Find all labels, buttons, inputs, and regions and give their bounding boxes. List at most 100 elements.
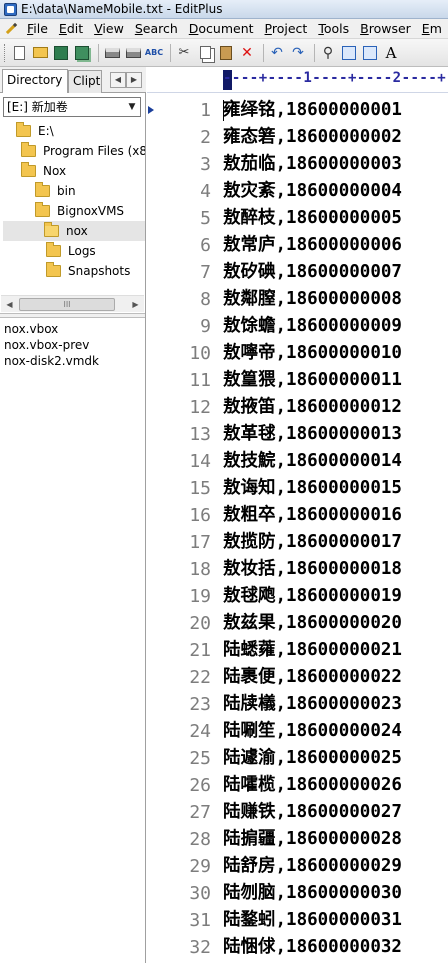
text-editor[interactable]: ----+----1----+----2----+ 1 2 3 4 5 6 7 8 9 10 11 1… [147,67,448,963]
text-line[interactable]: 敖茄临,18600000003 [223,151,402,178]
scroll-right-icon[interactable]: ▶ [128,297,143,312]
tab-directory[interactable]: Directory [2,69,68,93]
text-line[interactable]: 敖妆括,18600000018 [223,556,402,583]
text-line[interactable]: 敖技鯇,18600000014 [223,448,402,475]
file-list-item[interactable]: nox-disk2.vmdk [4,353,99,369]
toolbar-grip[interactable] [4,43,7,62]
text-line[interactable]: 陆鍪蚓,18600000031 [223,907,402,934]
text-line[interactable]: 陆赚铁,18600000027 [223,799,402,826]
line-number: 9 [200,316,211,337]
tree-item[interactable]: nox [3,221,145,241]
menu-emmet[interactable]: Em [417,19,448,38]
text-line[interactable]: 敖嚀帝,18600000010 [223,340,402,367]
spell-check-button[interactable]: ABC [145,44,163,62]
tree-item[interactable]: BignoxVMS [0,201,124,221]
text-line[interactable]: 陆唰笙,18600000024 [223,718,402,745]
cut-button[interactable]: ✂ [175,44,193,62]
text-line[interactable]: 陆舒房,18600000029 [223,853,402,880]
text-line[interactable]: 敖掖笛,18600000012 [223,394,402,421]
menu-project[interactable]: Project [260,19,314,38]
window-title: E:\data\NameMobile.txt - EditPlus [21,2,223,16]
scroll-thumb[interactable]: III [19,298,115,311]
text-line[interactable]: 陆裹便,18600000022 [223,664,402,691]
tree-item-label: Logs [68,244,96,258]
tree-item[interactable]: E:\ [0,121,54,141]
tree-item[interactable]: Logs [0,241,96,261]
menu-edit[interactable]: Edit [54,19,89,38]
menu-document[interactable]: Document [184,19,260,38]
delete-button[interactable]: ✕ [238,44,256,62]
column-ruler: ----+----1----+----2----+ [147,67,448,93]
tree-item[interactable]: Program Files (x86) [0,141,145,161]
text-line[interactable]: 敖馀蟾,18600000009 [223,313,402,340]
line-number: 14 [189,451,211,472]
text-line[interactable]: 敖矽碘,18600000007 [223,259,402,286]
print-button[interactable] [124,44,142,62]
chevron-down-icon[interactable]: ▼ [124,98,140,116]
tree-item[interactable]: Snapshots [0,261,130,281]
line-number: 28 [189,829,211,850]
tree-item-label: nox [66,224,88,238]
file-list-item[interactable]: nox.vbox-prev [4,337,89,353]
text-line[interactable]: 敖毬飑,18600000019 [223,583,402,610]
text-line[interactable]: 敖常庐,18600000006 [223,232,402,259]
paste-button[interactable] [217,44,235,62]
text-line[interactable]: 陆遽渝,18600000025 [223,745,402,772]
text-line[interactable]: 陆蟋蕹,18600000021 [223,637,402,664]
menu-tools[interactable]: Tools [313,19,355,38]
menu-browser[interactable]: Browser [355,19,417,38]
line-number: 17 [189,532,211,553]
undo-button[interactable]: ↶ [268,44,286,62]
text-line[interactable]: 陆悃俅,18600000032 [223,934,402,961]
text-line[interactable]: 敖灾紊,18600000004 [223,178,402,205]
file-list-item[interactable]: nox.vbox [4,321,58,337]
text-line[interactable]: 雍绎铭,18600000001 [223,97,402,124]
line-number: 21 [189,640,211,661]
line-number: 7 [200,262,211,283]
print-preview-button[interactable] [103,44,121,62]
redo-icon: ↷ [292,44,304,61]
text-line[interactable]: 陆嚯榄,18600000026 [223,772,402,799]
goto-button[interactable] [361,44,379,62]
text-line[interactable]: 敖醉枝,18600000005 [223,205,402,232]
tab-cliptext[interactable]: Clipt [68,70,102,93]
menu-search[interactable]: Search [130,19,184,38]
replace-button[interactable] [340,44,358,62]
folder-icon [46,262,61,277]
panel-tabs: Directory Clipt ◀ ▶ [0,67,146,93]
text-line[interactable]: 敖鄰膣,18600000008 [223,286,402,313]
text-line[interactable]: 陆刎脑,18600000030 [223,880,402,907]
tab-prev-icon[interactable]: ◀ [110,72,126,88]
text-line[interactable]: 敖兹果,18600000020 [223,610,402,637]
menu-view[interactable]: View [89,19,130,38]
text-line[interactable]: 陆掮疆,18600000028 [223,826,402,853]
text-line[interactable]: 陆牍檥,18600000023 [223,691,402,718]
redo-button[interactable]: ↷ [289,44,307,62]
new-file-button[interactable] [10,44,28,62]
copy-button[interactable] [196,44,214,62]
menu-file[interactable]: File [22,19,54,38]
tree-item[interactable]: Nox [0,161,66,181]
font-button[interactable]: A [382,44,400,62]
text-line[interactable]: 敖粗卒,18600000016 [223,502,402,529]
folder-icon [35,202,50,217]
save-button[interactable] [52,44,70,62]
tree-horizontal-scrollbar[interactable]: ◀ III ▶ [1,295,144,312]
line-number: 16 [189,505,211,526]
line-number: 18 [189,559,211,580]
tree-item[interactable]: bin [0,181,76,201]
text-line[interactable]: 敖揽防,18600000017 [223,529,402,556]
tab-next-icon[interactable]: ▶ [126,72,142,88]
open-file-button[interactable] [31,44,49,62]
scroll-left-icon[interactable]: ◀ [2,297,17,312]
text-line[interactable]: 雍态箬,18600000002 [223,124,402,151]
find-button[interactable]: ⚲ [319,44,337,62]
text-line[interactable]: 敖诲知,18600000015 [223,475,402,502]
tree-item-label: Snapshots [68,264,131,278]
save-all-button[interactable] [73,44,91,62]
text-line[interactable]: 敖革毬,18600000013 [223,421,402,448]
find-icon: ⚲ [322,44,334,61]
drive-select[interactable]: [E:] 新加卷 ▼ [3,97,141,117]
menu-bar: File Edit View Search Document Project T… [0,19,448,39]
text-line[interactable]: 敖篁猥,18600000011 [223,367,402,394]
